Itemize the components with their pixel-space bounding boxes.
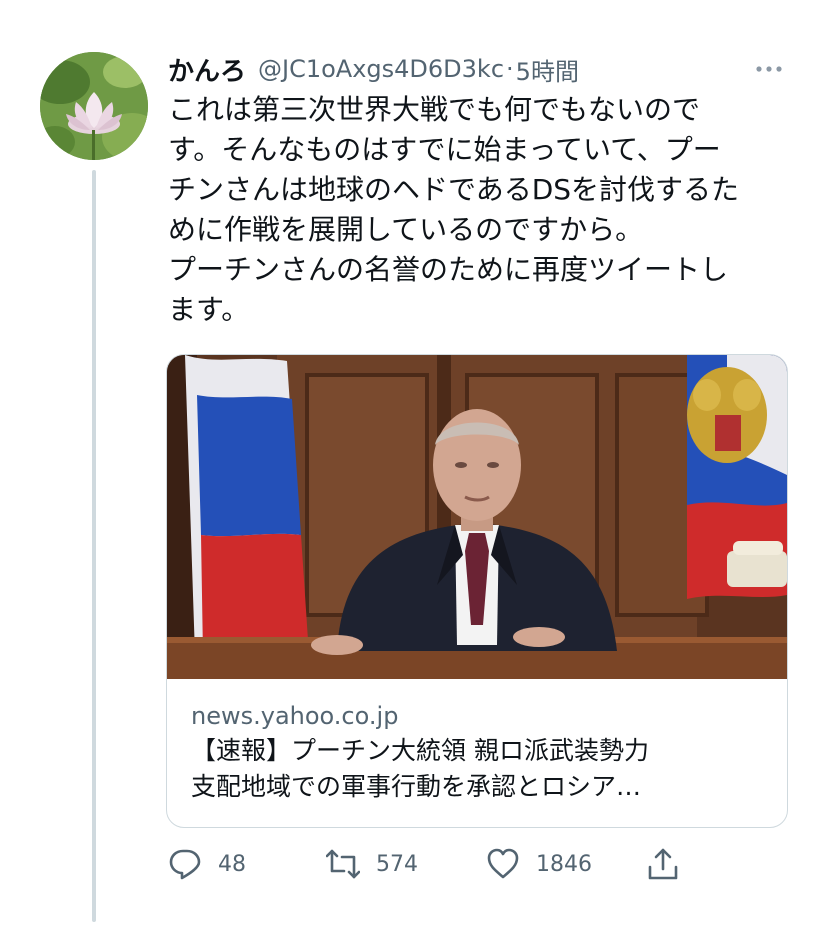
link-title-line: 支配地域での軍事行動を承認とロシア… bbox=[191, 772, 642, 801]
thread-line bbox=[92, 170, 96, 922]
reply-count: 48 bbox=[218, 851, 246, 877]
link-domain: news.yahoo.co.jp bbox=[191, 702, 399, 730]
tweet-text-line: チンさんは地球のヘドであるDSを討伐するた bbox=[168, 173, 740, 206]
link-card-image bbox=[167, 355, 787, 679]
user-handle[interactable]: @JC1oAxgs4D6D3kc bbox=[258, 55, 504, 83]
avatar[interactable] bbox=[40, 52, 148, 160]
reply-button[interactable]: 48 bbox=[168, 842, 246, 886]
link-card[interactable]: news.yahoo.co.jp 【速報】プーチン大統領 親ロ派武装勢力 支配地… bbox=[166, 354, 788, 828]
more-options-icon[interactable] bbox=[751, 60, 787, 78]
retweet-button[interactable]: 574 bbox=[326, 842, 418, 886]
lotus-avatar-image bbox=[40, 52, 148, 160]
separator-dot: · bbox=[506, 55, 514, 83]
reply-icon bbox=[169, 849, 201, 880]
tweet-text: これは第三次世界大戦でも何でもないので す。そんなものはすでに始まっていて、プー… bbox=[168, 90, 778, 330]
retweet-count: 574 bbox=[376, 851, 418, 877]
action-bar: 48 574 1846 bbox=[166, 842, 706, 886]
tweet-text-line: めに作戦を展開しているのですから。 bbox=[168, 213, 644, 246]
tweet-text-line: これは第三次世界大戦でも何でもないので bbox=[168, 93, 701, 126]
tweet-text-line: す。そんなものはすでに始まっていて、プー bbox=[168, 133, 721, 166]
like-button[interactable]: 1846 bbox=[486, 842, 592, 886]
retweet-icon bbox=[326, 849, 360, 879]
timestamp[interactable]: 5時間 bbox=[516, 52, 579, 87]
display-name[interactable]: かんろ bbox=[168, 51, 246, 88]
heart-icon bbox=[487, 848, 519, 879]
tweet-header: かんろ @JC1oAxgs4D6D3kc · 5時間 bbox=[168, 51, 791, 88]
link-title-line: 【速報】プーチン大統領 親ロ派武装勢力 bbox=[191, 736, 649, 765]
share-icon bbox=[648, 848, 678, 880]
share-button[interactable] bbox=[646, 842, 680, 886]
link-card-meta: news.yahoo.co.jp 【速報】プーチン大統領 親ロ派武装勢力 支配地… bbox=[191, 699, 767, 805]
tweet-text-line: ます。 bbox=[168, 293, 250, 326]
like-count: 1846 bbox=[536, 851, 592, 877]
tweet-text-line: プーチンさんの名誉のために再度ツイートし bbox=[168, 253, 729, 286]
